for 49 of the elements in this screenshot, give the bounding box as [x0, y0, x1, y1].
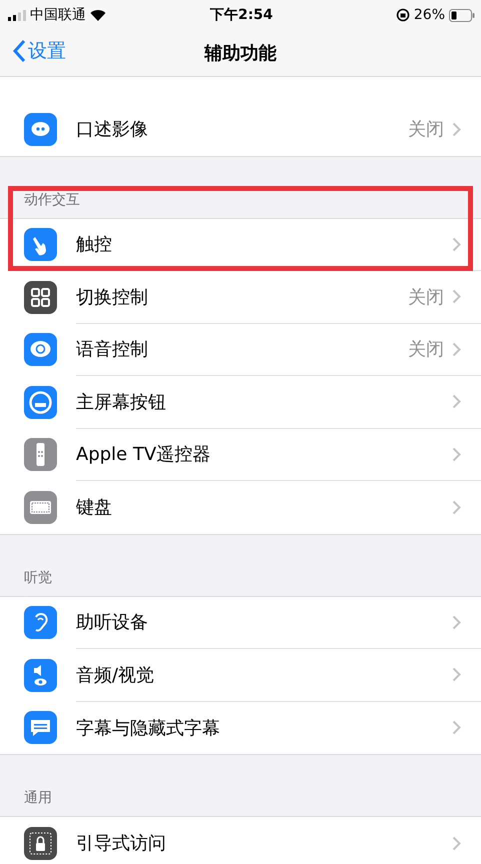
settings-row[interactable]: 口述影像 关闭 [0, 103, 481, 156]
settings-row[interactable]: 触控 [0, 218, 481, 271]
section-header: 通用 [24, 789, 52, 807]
chevron-icon [452, 236, 461, 252]
settings-row[interactable]: 音频/视觉 [0, 649, 481, 702]
settings-row[interactable]: 主屏幕按钮 [0, 376, 481, 428]
status-time: 下午2:54 [210, 6, 273, 24]
settings-row[interactable]: 语音控制 关闭 [0, 324, 481, 376]
row-label: 触控 [76, 233, 113, 256]
row-label: 口述影像 [76, 118, 149, 142]
chevron-icon [452, 667, 461, 682]
signal-icon [8, 10, 26, 20]
section-header: 听觉 [24, 568, 52, 586]
chevron-icon [452, 342, 461, 357]
row-value: 关闭 [408, 286, 444, 309]
chevron-icon [452, 122, 461, 137]
carrier-name: 中国联通 [30, 6, 86, 24]
back-chevron-icon [12, 39, 26, 63]
settings-row[interactable]: Apple TV遥控器 [0, 428, 481, 481]
row-label: Apple TV遥控器 [76, 443, 212, 466]
row-label: 引导式访问 [76, 832, 167, 856]
chevron-icon [452, 500, 461, 515]
battery-icon [449, 8, 476, 22]
chevron-icon [452, 614, 461, 630]
settings-row[interactable]: 切换控制 关闭 [0, 271, 481, 324]
chevron-icon [452, 289, 461, 304]
settings-row[interactable]: 助听设备 [0, 596, 481, 649]
row-label: 助听设备 [76, 611, 149, 634]
row-label: 切换控制 [76, 286, 149, 309]
row-label: 语音控制 [76, 338, 149, 362]
row-label: 音频/视觉 [76, 664, 156, 687]
chevron-icon [452, 394, 461, 410]
settings-row[interactable]: 字幕与隐藏式字幕 [0, 702, 481, 754]
chevron-icon [452, 720, 461, 736]
row-value: 关闭 [408, 338, 444, 362]
chevron-icon [452, 446, 461, 462]
row-label: 键盘 [76, 496, 113, 520]
back-link[interactable]: 设置 [12, 38, 66, 64]
row-value: 关闭 [408, 118, 444, 142]
chevron-icon [452, 836, 461, 851]
section-header: 动作交互 [24, 190, 80, 208]
battery-percent: 26% [414, 7, 446, 23]
settings-row[interactable]: 键盘 [0, 481, 481, 534]
rotation-lock-icon [396, 8, 410, 22]
settings-row[interactable]: 引导式访问 [0, 817, 481, 864]
row-label: 字幕与隐藏式字幕 [76, 716, 221, 740]
page-title: 辅助功能 [204, 42, 276, 65]
wifi-icon [90, 9, 106, 21]
row-label: 主屏幕按钮 [76, 390, 167, 414]
